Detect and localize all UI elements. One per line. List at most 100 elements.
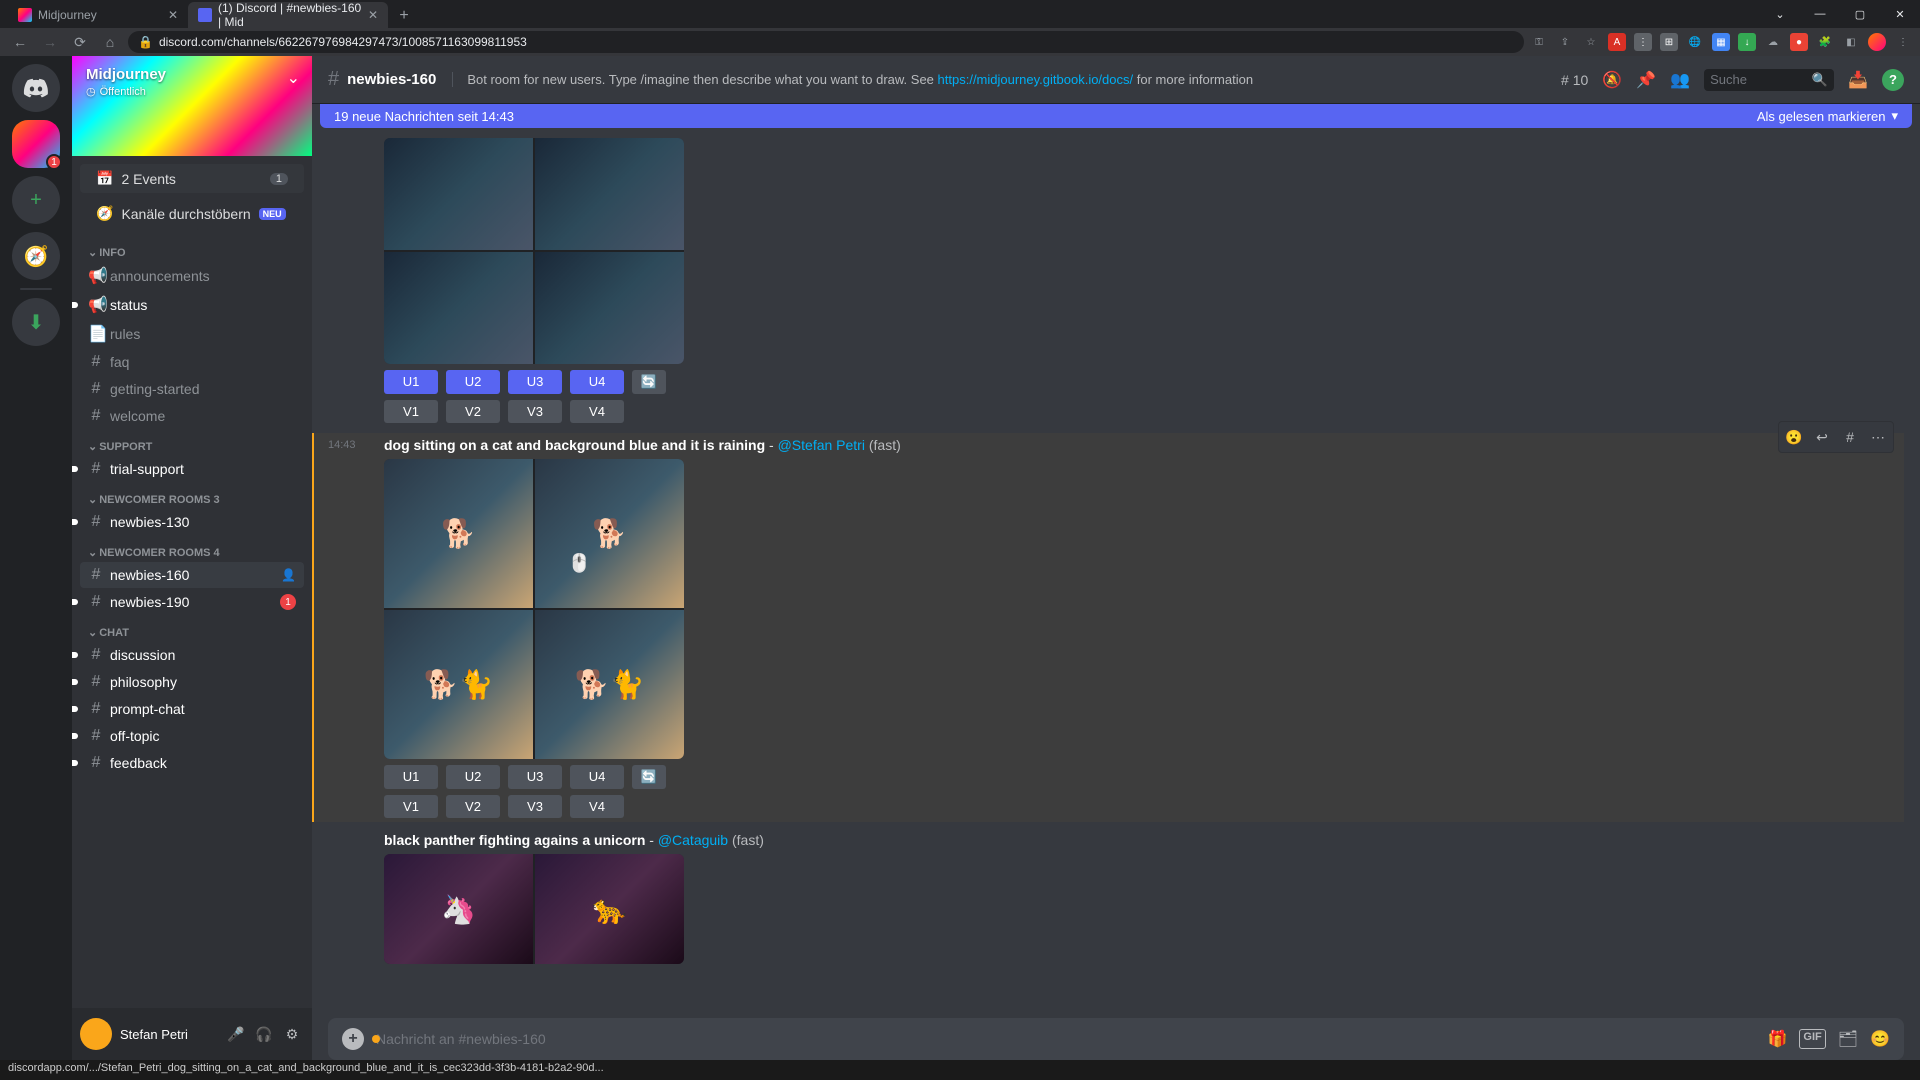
search-input[interactable]: Suche 🔍 [1704,69,1834,91]
ext-icon-4[interactable]: ↓ [1738,33,1756,51]
discord-home-button[interactable] [12,64,60,112]
thread-button[interactable]: # [1837,424,1863,450]
image-tile[interactable] [535,138,684,250]
channel-newbies-190[interactable]: #newbies-1901 [80,589,304,615]
generated-image-grid[interactable]: 🦄 🐆 [384,854,684,964]
new-tab-button[interactable]: + [392,4,416,28]
channel-getting-started[interactable]: #getting-started [80,376,304,402]
threads-button[interactable]: # 10 [1561,72,1588,88]
star-icon[interactable]: ☆ [1582,33,1600,51]
ext-icon-1[interactable]: ⋮ [1634,33,1652,51]
reload-button[interactable]: ⟳ [68,30,92,54]
window-dropdown[interactable]: ⌄ [1760,0,1800,28]
channel-feedback[interactable]: #feedback [80,750,304,776]
variation-button[interactable]: V3 [508,400,562,423]
image-tile[interactable]: 🐕🐈 [535,610,684,759]
ext-icon-5[interactable]: ● [1790,33,1808,51]
image-tile[interactable]: 🐆 [535,854,684,964]
events-row[interactable]: 📅 2 Events 1 [80,164,304,193]
create-invite-icon[interactable]: 👤 [281,568,296,582]
variation-button[interactable]: V2 [446,400,500,423]
add-server-button[interactable]: + [12,176,60,224]
react-button[interactable]: 😮 [1781,424,1807,450]
upscale-button[interactable]: U1 [384,370,438,394]
sticker-button[interactable]: 🗂 [1838,1029,1858,1049]
channel-faq[interactable]: #faq [80,349,304,375]
window-close[interactable]: ✕ [1880,0,1920,28]
image-tile[interactable]: 🐕 [384,459,533,608]
author-mention[interactable]: @Stefan Petri [778,437,865,453]
channel-trial-support[interactable]: #trial-support [80,456,304,482]
key-icon[interactable]: ⚿ [1530,33,1548,51]
message-list[interactable]: U1 U2 U3 U4 🔄 V1 V2 V3 V4 😮 ↩ [312,128,1920,1018]
upscale-button[interactable]: U1 [384,765,438,789]
channel-prompt-chat[interactable]: #prompt-chat [80,696,304,722]
channel-category[interactable]: ⌄ INFO [72,236,312,261]
generated-image-grid[interactable]: 🐕 🐕 🐕🐈 🐕🐈 [384,459,684,759]
server-header[interactable]: Midjourney ◷ Öffentlich ⌄ [72,56,312,156]
variation-button[interactable]: V4 [570,400,624,423]
channel-welcome[interactable]: #welcome [80,403,304,429]
puzzle-icon[interactable]: 🧩 [1816,33,1834,51]
reroll-button[interactable]: 🔄 [632,765,666,789]
channel-category[interactable]: ⌄ NEWCOMER ROOMS 4 [72,536,312,561]
abp-icon[interactable]: A [1608,33,1626,51]
back-button[interactable]: ← [8,30,32,54]
upscale-button[interactable]: U4 [570,370,624,394]
menu-icon[interactable]: ⋮ [1894,33,1912,51]
emoji-button[interactable]: 😊 [1870,1029,1890,1049]
cloud-icon[interactable]: ☁ [1764,33,1782,51]
ext-icon-3[interactable]: ▦ [1712,33,1730,51]
close-tab-icon[interactable]: ✕ [368,8,378,22]
settings-button[interactable]: ⚙ [280,1026,304,1043]
notifications-button[interactable]: 🔕 [1602,70,1622,90]
inbox-button[interactable]: 📥 [1848,70,1868,90]
globe-icon[interactable]: 🌐 [1686,33,1704,51]
home-button[interactable]: ⌂ [98,30,122,54]
attach-button[interactable]: + [342,1028,364,1050]
image-tile[interactable] [535,252,684,364]
url-input[interactable]: 🔒 discord.com/channels/66226797698429747… [128,31,1524,53]
channel-category[interactable]: ⌄ CHAT [72,616,312,641]
channel-category[interactable]: ⌄ SUPPORT [72,430,312,455]
variation-button[interactable]: V1 [384,795,438,818]
members-button[interactable]: 👥 [1670,70,1690,90]
window-maximize[interactable]: ▢ [1840,0,1880,28]
share-icon[interactable]: ⇪ [1556,33,1574,51]
channel-status[interactable]: 📢status [80,291,304,319]
image-tile[interactable]: 🐕 [535,459,684,608]
server-midjourney[interactable]: 1 [12,120,60,168]
profile-avatar[interactable] [1868,33,1886,51]
mute-mic-button[interactable]: 🎤 [224,1026,248,1043]
variation-button[interactable]: V1 [384,400,438,423]
explore-servers-button[interactable]: 🧭 [12,232,60,280]
more-button[interactable]: ⋯ [1865,424,1891,450]
variation-button[interactable]: V3 [508,795,562,818]
download-apps-button[interactable]: ⬇ [12,298,60,346]
reroll-button[interactable]: 🔄 [632,370,666,394]
channel-category[interactable]: ⌄ NEWCOMER ROOMS 3 [72,483,312,508]
image-tile[interactable] [384,252,533,364]
mark-read-button[interactable]: Als gelesen markieren ▾ [1757,108,1898,124]
browse-channels-row[interactable]: 🧭 Kanäle durchstöbern NEU [80,199,304,228]
channel-newbies-130[interactable]: #newbies-130 [80,509,304,535]
upscale-button[interactable]: U2 [446,370,500,394]
generated-image-grid[interactable] [384,138,684,364]
channel-philosophy[interactable]: #philosophy [80,669,304,695]
message-input[interactable]: + Nachricht an #newbies-160 🎁 GIF 🗂 😊 [328,1018,1904,1060]
author-mention[interactable]: @Cataguib [658,832,728,848]
channel-announcements[interactable]: 📢announcements [80,262,304,290]
help-button[interactable]: ? [1882,69,1904,91]
reply-button[interactable]: ↩ [1809,424,1835,450]
user-avatar[interactable] [80,1018,112,1050]
new-messages-bar[interactable]: 19 neue Nachrichten seit 14:43 Als geles… [320,104,1912,128]
channel-discussion[interactable]: #discussion [80,642,304,668]
sidepanel-icon[interactable]: ◧ [1842,33,1860,51]
channel-rules[interactable]: 📄rules [80,320,304,348]
upscale-button[interactable]: U3 [508,765,562,789]
upscale-button[interactable]: U4 [570,765,624,789]
deafen-button[interactable]: 🎧 [252,1026,276,1043]
image-tile[interactable]: 🐕🐈 [384,610,533,759]
image-tile[interactable]: 🦄 [384,854,533,964]
close-tab-icon[interactable]: ✕ [168,8,178,22]
